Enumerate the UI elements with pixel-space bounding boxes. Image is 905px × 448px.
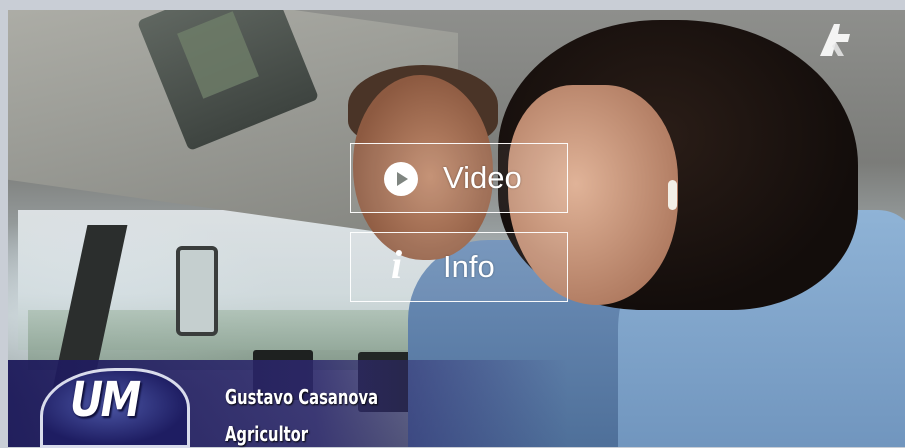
info-icon: i [391, 242, 403, 287]
video-button-label: Video [443, 160, 522, 195]
side-mirror [176, 246, 218, 336]
channel-logo-icon [820, 24, 850, 56]
earring [668, 180, 677, 210]
program-badge-text: UM [70, 372, 141, 428]
video-button[interactable]: Video [350, 143, 568, 213]
play-icon [384, 162, 418, 196]
person-role: Agricultor [225, 422, 309, 446]
info-button-label: Info [443, 249, 495, 284]
info-button[interactable]: i Info [350, 232, 568, 302]
thumbnail-frame: UM Gustavo Casanova Agricultor Video i I… [0, 0, 905, 448]
person-name: Gustavo Casanova [225, 385, 379, 409]
